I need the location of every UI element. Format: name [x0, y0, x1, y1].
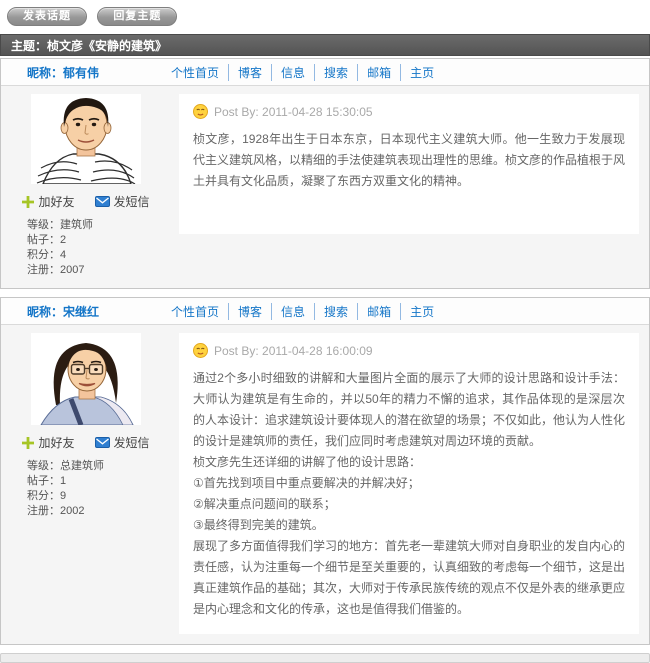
stat-line: 积分：4: [27, 248, 171, 263]
nav-link[interactable]: 搜索: [314, 303, 348, 320]
send-message-label: 发短信: [114, 434, 150, 451]
stat-line: 积分：9: [27, 489, 171, 504]
nickname: 昵称：宋继红: [1, 303, 171, 320]
smiley-icon: [193, 104, 208, 119]
post-paragraph: 展现了多方面值得我们学习的地方：首先老一辈建筑大师对自身职业的发自内心的责任感，…: [193, 536, 625, 620]
user-nav: 个性首页博客信息搜索邮箱主页: [171, 303, 434, 320]
post-meta: Post By: 2011-04-28 15:30:05: [193, 104, 625, 119]
post-content-box: Post By: 2011-04-28 15:30:05 桢文彦，1928年出生…: [179, 94, 639, 234]
nav-link[interactable]: 邮箱: [357, 64, 391, 81]
post-body: 加好友 发短信 等级：总建筑师帖子：1积分：9注册：2002 Post By: …: [1, 325, 649, 644]
post-block-2: 昵称：宋继红 个性首页博客信息搜索邮箱主页: [0, 297, 650, 645]
nickname: 昵称：郁有伟: [1, 64, 171, 81]
send-message-link[interactable]: 发短信: [95, 193, 150, 210]
nav-link[interactable]: 博客: [228, 303, 262, 320]
add-friend-link[interactable]: 加好友: [22, 193, 74, 210]
nav-link[interactable]: 主页: [400, 64, 434, 81]
user-panel: 加好友 发短信 等级：建筑师帖子：2积分：4注册：2007: [1, 86, 171, 288]
post-time: Post By: 2011-04-28 15:30:05: [214, 105, 373, 119]
footer-bar: [0, 653, 650, 663]
post-paragraph: 桢文彦先生还详细的讲解了他的设计思路：: [193, 452, 625, 473]
post-paragraph: ③最终得到完美的建筑。: [193, 515, 625, 536]
add-friend-label: 加好友: [38, 434, 74, 451]
stat-line: 帖子：1: [27, 474, 171, 489]
nav-link[interactable]: 主页: [400, 303, 434, 320]
post-topic-button[interactable]: 发表话题: [7, 7, 87, 26]
stat-line: 注册：2007: [27, 263, 171, 278]
nav-link[interactable]: 博客: [228, 64, 262, 81]
plus-icon: [22, 196, 34, 208]
nav-link[interactable]: 个性首页: [171, 64, 219, 81]
post-header: 昵称：宋继红 个性首页博客信息搜索邮箱主页: [1, 298, 649, 325]
smiley-icon: [193, 343, 208, 358]
nav-link[interactable]: 信息: [271, 303, 305, 320]
post-paragraph: ②解决重点问题间的联系；: [193, 494, 625, 515]
reply-topic-button[interactable]: 回复主题: [97, 7, 177, 26]
avatar-image: [1, 94, 171, 187]
user-actions: 加好友 发短信: [1, 193, 171, 210]
post-text: 桢文彦，1928年出生于日本东京，日本现代主义建筑大师。他一生致力于发展现代主义…: [193, 129, 625, 192]
post-block-1: 昵称：郁有伟 个性首页博客信息搜索邮箱主页: [0, 58, 650, 289]
avatar-woman-illustration: [31, 333, 141, 425]
nav-link[interactable]: 邮箱: [357, 303, 391, 320]
post-paragraph: ①首先找到项目中重点要解决的并解决好；: [193, 473, 625, 494]
post-meta: Post By: 2011-04-28 16:00:09: [193, 343, 625, 358]
add-friend-label: 加好友: [38, 193, 74, 210]
post-paragraph: 通过2个多小时细致的讲解和大量图片全面的展示了大师的设计思路和设计手法：大师认为…: [193, 368, 625, 452]
post-text: 通过2个多小时细致的讲解和大量图片全面的展示了大师的设计思路和设计手法：大师认为…: [193, 368, 625, 620]
send-message-link[interactable]: 发短信: [95, 434, 150, 451]
user-panel: 加好友 发短信 等级：总建筑师帖子：1积分：9注册：2002: [1, 325, 171, 529]
user-nav: 个性首页博客信息搜索邮箱主页: [171, 64, 434, 81]
stat-line: 注册：2002: [27, 504, 171, 519]
user-stats: 等级：总建筑师帖子：1积分：9注册：2002: [1, 459, 171, 519]
avatar-image: [1, 333, 171, 428]
user-stats: 等级：建筑师帖子：2积分：4注册：2007: [1, 218, 171, 278]
post-content-area: Post By: 2011-04-28 16:00:09 通过2个多小时细致的讲…: [171, 325, 649, 644]
nav-link[interactable]: 搜索: [314, 64, 348, 81]
toolbar: 发表话题 回复主题: [0, 0, 650, 34]
avatar-man-illustration: [31, 94, 141, 184]
post-paragraph: 桢文彦，1928年出生于日本东京，日本现代主义建筑大师。他一生致力于发展现代主义…: [193, 129, 625, 192]
post-time: Post By: 2011-04-28 16:00:09: [214, 344, 373, 358]
post-content-area: Post By: 2011-04-28 15:30:05 桢文彦，1928年出生…: [171, 86, 649, 244]
stat-line: 等级：总建筑师: [27, 459, 171, 474]
post-body: 加好友 发短信 等级：建筑师帖子：2积分：4注册：2007 Post By: 2…: [1, 86, 649, 288]
stat-line: 等级：建筑师: [27, 218, 171, 233]
user-actions: 加好友 发短信: [1, 434, 171, 451]
nav-link[interactable]: 信息: [271, 64, 305, 81]
nav-link[interactable]: 个性首页: [171, 303, 219, 320]
post-content-box: Post By: 2011-04-28 16:00:09 通过2个多小时细致的讲…: [179, 333, 639, 634]
mail-icon: [95, 437, 110, 448]
post-header: 昵称：郁有伟 个性首页博客信息搜索邮箱主页: [1, 59, 649, 86]
add-friend-link[interactable]: 加好友: [22, 434, 74, 451]
topic-title-bar: 主题：桢文彦《安静的建筑》: [0, 34, 650, 56]
mail-icon: [95, 196, 110, 207]
stat-line: 帖子：2: [27, 233, 171, 248]
plus-icon: [22, 437, 34, 449]
send-message-label: 发短信: [114, 193, 150, 210]
